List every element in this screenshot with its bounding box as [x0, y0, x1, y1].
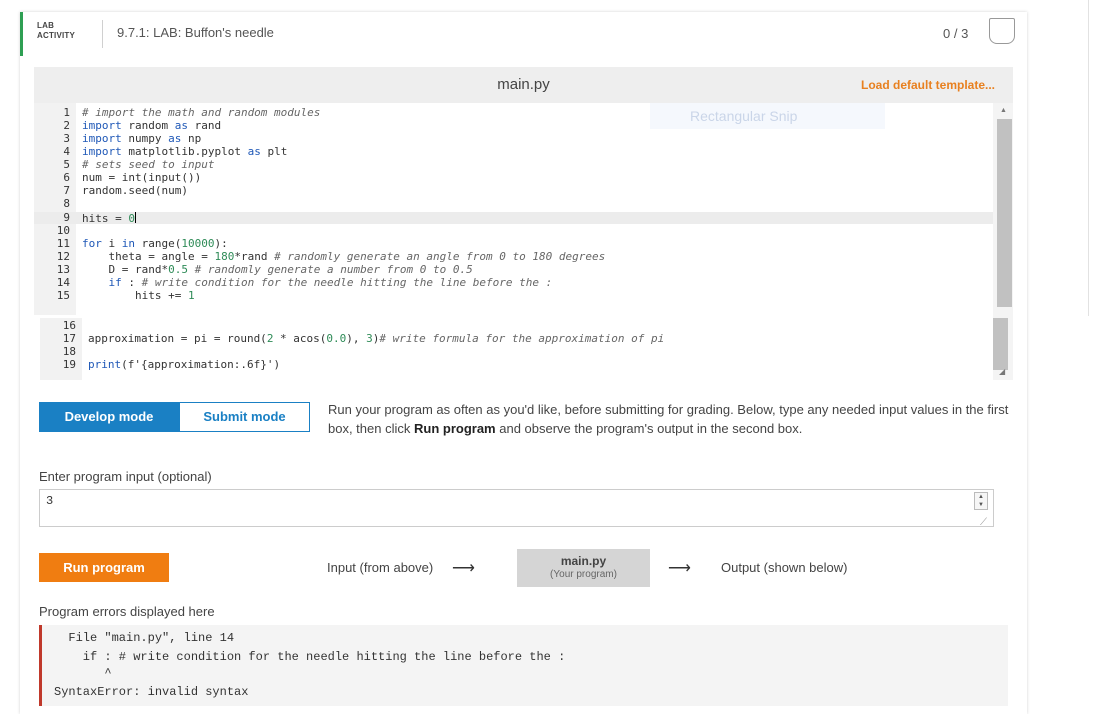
program-box-sub: (Your program)	[550, 569, 617, 580]
code-line: 3 import numpy as np	[34, 133, 994, 145]
line-number: 19	[62, 358, 76, 371]
lab-title: 9.7.1: LAB: Buffon's needle	[117, 25, 274, 40]
line-number: 16	[62, 319, 76, 332]
input-resize-grip-icon[interactable]: ⟋	[980, 517, 987, 528]
line-number: 4	[63, 145, 70, 158]
code-line: 10	[34, 225, 994, 237]
error-line: SyntaxError: invalid syntax	[54, 685, 249, 699]
code-text: num = int(input())	[82, 171, 202, 184]
line-number: 9	[63, 211, 70, 224]
error-line: if : # write condition for the needle hi…	[54, 650, 566, 664]
load-default-template-link[interactable]: Load default template...	[861, 78, 995, 92]
flow-arrow-icon: ⟶	[452, 560, 475, 577]
line-number: 5	[63, 158, 70, 171]
code-text: import numpy as np	[82, 132, 202, 145]
editor-scrollbar-thumb[interactable]	[997, 119, 1012, 307]
flow-arrow-icon: ⟶	[668, 560, 691, 577]
editor-scrollbar-thumb-lower[interactable]	[993, 318, 1008, 370]
line-number: 3	[63, 132, 70, 145]
code-line: 4 import matplotlib.pyplot as plt	[34, 146, 994, 158]
program-input-label: Enter program input (optional)	[39, 469, 212, 484]
line-number: 17	[62, 332, 76, 345]
lab-tag-line2: ACTIVITY	[37, 31, 76, 40]
program-box: main.py (Your program)	[517, 549, 650, 587]
line-number: 2	[63, 119, 70, 132]
line-number: 12	[56, 250, 70, 263]
lab-activity-panel: LAB ACTIVITY 9.7.1: LAB: Buffon's needle…	[20, 12, 1027, 714]
header-separator	[102, 20, 103, 48]
code-text: D = rand*0.5 # randomly generate a numbe…	[82, 263, 473, 276]
code-line: 9 hits = 0	[34, 211, 994, 225]
line-number: 6	[63, 171, 70, 184]
code-line: 13 D = rand*0.5 # randomly generate a nu…	[34, 264, 994, 276]
lab-score: 0 / 3	[943, 26, 969, 41]
program-input-field[interactable]: 3	[39, 489, 994, 527]
code-text: # sets seed to input	[82, 158, 215, 171]
code-text: hits = 0	[82, 212, 136, 225]
mode-desc-text-end: and observe the program's output in the …	[495, 421, 803, 436]
code-line: 16	[40, 320, 994, 332]
code-line: 11 for i in range(10000):	[34, 238, 994, 250]
code-text: # import the math and random modules	[82, 106, 321, 119]
resize-grip-icon[interactable]: ◢	[999, 367, 1005, 376]
code-text: theta = angle = 180*rand # randomly gene…	[82, 250, 606, 263]
code-editor[interactable]: 1 # import the math and random modules 2 im…	[34, 103, 994, 315]
error-line: File "main.py", line 14	[54, 631, 235, 645]
code-line: 17 approximation = pi = round(2 * acos(0.…	[40, 333, 994, 345]
completion-shield-icon	[989, 18, 1015, 44]
line-number: 14	[56, 276, 70, 289]
line-number: 13	[56, 263, 70, 276]
right-divider	[1088, 0, 1089, 316]
lab-header: LAB ACTIVITY 9.7.1: LAB: Buffon's needle…	[20, 12, 1027, 56]
code-text: hits += 1	[82, 289, 195, 302]
scroll-up-arrow-icon[interactable]: ▲	[1000, 107, 1007, 114]
flow-input-label: Input (from above)	[327, 560, 434, 575]
code-text: approximation = pi = round(2 * acos(0.0)…	[88, 332, 665, 345]
error-line: ^	[54, 666, 112, 680]
program-box-name: main.py	[560, 554, 607, 568]
code-text: random.seed(num)	[82, 184, 188, 197]
code-text: import random as rand	[82, 119, 222, 132]
input-spinner[interactable]: ▲ ▼	[974, 492, 988, 510]
line-number: 18	[62, 345, 76, 358]
code-text: print(f'{approximation:.6f}')	[88, 358, 281, 371]
snip-overlay-label: Rectangular Snip	[690, 108, 798, 124]
code-line: 12 theta = angle = 180*rand # randomly g…	[34, 251, 994, 263]
lab-activity-tag: LAB ACTIVITY	[37, 21, 75, 41]
mode-desc-bold: Run program	[414, 421, 496, 436]
code-line: 14 if : # write condition for the needle…	[34, 277, 994, 289]
program-errors-label: Program errors displayed here	[39, 604, 215, 619]
line-number: 15	[56, 289, 70, 302]
code-line: 5 # sets seed to input	[34, 159, 994, 171]
line-number: 1	[63, 106, 70, 119]
flow-output-label: Output (shown below)	[721, 560, 848, 575]
run-program-button[interactable]: Run program	[39, 553, 169, 582]
editor-toolbar: main.py Load default template...	[34, 67, 1013, 103]
program-errors-box: File "main.py", line 14 if : # write con…	[39, 625, 1008, 706]
code-editor-lower[interactable]: 16 17 approximation = pi = round(2 * acos(…	[40, 318, 994, 380]
code-line: 7 random.seed(num)	[34, 185, 994, 197]
submit-mode-button[interactable]: Submit mode	[179, 402, 310, 432]
code-line: 8	[34, 198, 994, 210]
code-text: import matplotlib.pyplot as plt	[82, 145, 288, 158]
text-cursor	[134, 212, 136, 223]
line-number: 8	[63, 197, 70, 210]
code-line: 15 hits += 1	[34, 290, 994, 302]
mode-description: Run your program as often as you'd like,…	[328, 400, 1013, 438]
line-number: 11	[56, 237, 70, 250]
lab-tag-line1: LAB	[37, 21, 55, 30]
line-number: 10	[56, 224, 70, 237]
code-line: 6 num = int(input())	[34, 172, 994, 184]
code-text: if : # write condition for the needle hi…	[108, 276, 553, 289]
develop-mode-button[interactable]: Develop mode	[39, 402, 179, 432]
line-number: 7	[63, 184, 70, 197]
code-line: 19 print(f'{approximation:.6f}')	[40, 359, 994, 371]
code-text: for i in range(10000):	[82, 237, 228, 250]
code-line: 18	[40, 346, 994, 358]
